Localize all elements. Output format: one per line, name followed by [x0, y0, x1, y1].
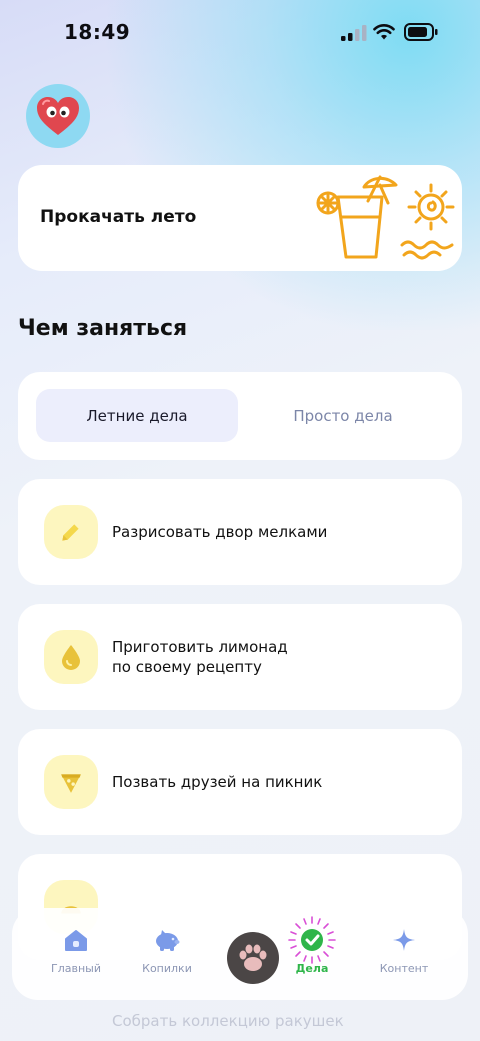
promo-title: Прокачать лето — [40, 207, 197, 227]
status-bar: 18:49 — [0, 0, 480, 64]
task-icon-bg — [44, 630, 98, 684]
paw-icon — [239, 944, 267, 971]
pencil-icon — [62, 524, 79, 541]
task-subtitle: по своему рецепту — [112, 658, 262, 676]
piggy-bank-icon — [156, 930, 180, 951]
wifi-icon — [373, 24, 395, 40]
nav-item-content[interactable]: Контент — [364, 926, 444, 975]
tab-summer-tasks[interactable]: Летние дела — [36, 389, 238, 442]
nav-label: Дела — [295, 962, 329, 975]
task-icon-bg — [44, 505, 98, 559]
task-title-faded: Собрать коллекцию ракушек — [112, 1012, 344, 1030]
bottom-navigation: Главный Копилки Дела Контент — [12, 908, 468, 1000]
summer-promo-card[interactable]: Прокачать лето — [18, 165, 462, 271]
task-card-lemonade[interactable]: Приготовить лимонад по своему рецепту — [18, 604, 462, 710]
task-title: Позвать друзей на пикник — [112, 773, 323, 791]
home-icon — [65, 930, 87, 951]
heart-icon — [37, 97, 79, 135]
avatar[interactable] — [26, 84, 90, 148]
nav-label: Главный — [51, 962, 101, 975]
nav-item-tasks[interactable]: Дела — [272, 916, 352, 975]
summer-drink-sun-illustration — [316, 175, 455, 260]
battery-icon — [404, 23, 438, 41]
tab-simple-tasks[interactable]: Просто дела — [242, 389, 444, 442]
sparkle-icon — [393, 929, 415, 951]
drop-icon — [62, 645, 80, 670]
nav-item-home[interactable]: Главный — [36, 926, 116, 975]
section-title: Чем заняться — [18, 316, 188, 341]
tabs-container: Летние дела Просто дела — [18, 372, 462, 460]
nav-label: Контент — [379, 962, 429, 975]
nav-label: Копилки — [142, 962, 192, 975]
task-icon-bg — [44, 755, 98, 809]
task-title: Разрисовать двор мелками — [112, 523, 328, 541]
pizza-icon — [61, 774, 81, 793]
check-circle-icon — [288, 916, 336, 964]
task-card-chalk[interactable]: Разрисовать двор мелками — [18, 479, 462, 585]
task-card-picnic[interactable]: Позвать друзей на пикник — [18, 729, 462, 835]
status-time: 18:49 — [64, 20, 131, 44]
cellular-signal-icon — [341, 25, 367, 41]
task-title: Приготовить лимонад — [112, 638, 288, 656]
nav-item-piggy-banks[interactable]: Копилки — [127, 926, 207, 975]
